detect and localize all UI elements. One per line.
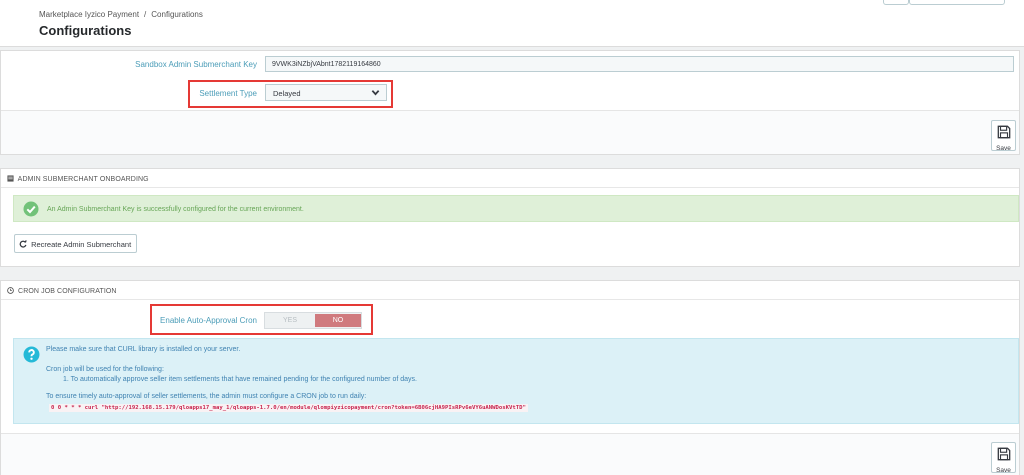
- page-header: Marketplace Iyzico Payment / Configuration…: [0, 0, 1024, 47]
- cron-save-button[interactable]: Save: [991, 442, 1016, 474]
- settlement-type-highlight: [188, 80, 393, 108]
- recreate-submerchant-button[interactable]: Recreate Admin Submerchant: [14, 234, 138, 253]
- save-button[interactable]: Save: [991, 120, 1016, 152]
- header-toolbar-button[interactable]: [883, 0, 909, 5]
- info-cron-item: 1. To automatically approve seller item …: [63, 376, 417, 383]
- success-message: An Admin Submerchant Key is successfully…: [47, 206, 304, 213]
- cron-save-button-label: Save: [996, 467, 1011, 474]
- onboarding-heading-text: ADMIN SUBMERCHANT ONBOARDING: [17, 176, 149, 183]
- page: Marketplace Iyzico Payment / Configuration…: [0, 0, 1024, 475]
- onboarding-panel: ADMIN SUBMERCHANT ONBOARDING An Admin Su…: [0, 168, 1020, 267]
- breadcrumb-parent-link[interactable]: Marketplace Iyzico Payment: [39, 10, 139, 19]
- save-button-label: Save: [996, 145, 1011, 152]
- submerchant-key-label: Sandbox Admin Submerchant Key: [135, 60, 257, 69]
- cron-panel-footer: Save: [1, 433, 1019, 475]
- success-alert: An Admin Submerchant Key is successfully…: [13, 195, 1019, 222]
- cron-command: 0 0 * * * curl "http://192.168.15.179/ql…: [49, 404, 528, 412]
- refresh-icon: [19, 239, 27, 250]
- auto-approval-highlight: [150, 304, 373, 335]
- info-curl-note: Please make sure that CURL library is in…: [46, 346, 241, 353]
- floppy-disk-icon: [992, 125, 1015, 144]
- info-cron-purpose: Cron job will be used for the following:: [46, 366, 164, 373]
- floppy-disk-icon: [992, 447, 1015, 466]
- server-icon: [7, 175, 14, 184]
- onboarding-panel-heading: ADMIN SUBMERCHANT ONBOARDING: [1, 169, 1019, 188]
- breadcrumb-current: Configurations: [151, 10, 203, 19]
- submerchant-key-field[interactable]: 9VWK3iNZbjVAbnt1782119164860: [265, 56, 1014, 72]
- clock-icon: [7, 287, 14, 296]
- breadcrumb-separator: /: [144, 10, 147, 19]
- check-circle-icon: [23, 201, 39, 222]
- cron-panel-heading: CRON JOB CONFIGURATION: [1, 281, 1019, 300]
- page-title: Configurations: [39, 23, 132, 38]
- configuration-panel: Sandbox Admin Submerchant Key 9VWK3iNZbj…: [0, 50, 1020, 155]
- question-circle-icon: [23, 346, 40, 368]
- header-toolbar-button-wide[interactable]: [909, 0, 1005, 5]
- recreate-submerchant-label: Recreate Admin Submerchant: [31, 240, 132, 249]
- info-cron-instruction: To ensure timely auto-approval of seller…: [46, 393, 367, 400]
- cron-heading-text: CRON JOB CONFIGURATION: [18, 288, 117, 295]
- cron-panel: CRON JOB CONFIGURATION Enable Auto-Appro…: [0, 280, 1020, 475]
- configuration-panel-footer: Save: [1, 110, 1019, 154]
- breadcrumb: Marketplace Iyzico Payment / Configuration…: [39, 10, 203, 19]
